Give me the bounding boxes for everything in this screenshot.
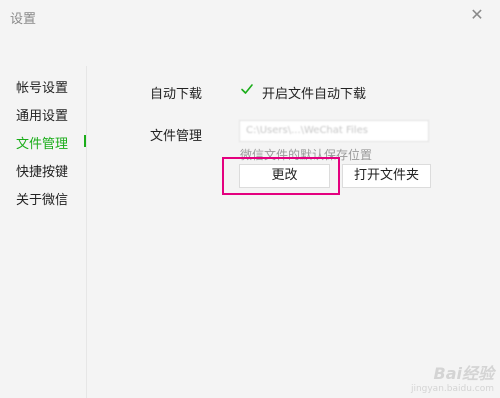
auto-download-checkbox-label[interactable]: 开启文件自动下载 (262, 83, 366, 102)
watermark: Bai经验 jingyan.baidu.com (411, 360, 494, 394)
watermark-logo: Bai经验 (433, 364, 494, 383)
sidebar-item-account[interactable]: 帐号设置 (16, 77, 68, 96)
watermark-url: jingyan.baidu.com (410, 384, 494, 394)
window-title: 设置 (10, 12, 37, 27)
sidebar: 帐号设置 通用设置 文件管理 快捷按键 关于微信 (0, 66, 87, 398)
open-folder-button[interactable]: 打开文件夹 (342, 164, 431, 188)
active-indicator (84, 135, 86, 147)
sidebar-item-general[interactable]: 通用设置 (16, 105, 68, 124)
sidebar-item-file-management[interactable]: 文件管理 (16, 133, 68, 152)
check-icon[interactable] (240, 82, 254, 96)
auto-download-label: 自动下载 (150, 87, 203, 102)
close-icon[interactable]: ✕ (466, 4, 488, 26)
sidebar-item-about[interactable]: 关于微信 (16, 189, 68, 208)
file-management-label: 文件管理 (150, 129, 203, 144)
settings-window: 设置 ✕ 帐号设置 通用设置 文件管理 快捷按键 关于微信 自动下载 开启文件自… (0, 0, 500, 398)
highlight-box (222, 157, 340, 195)
sidebar-item-shortcuts[interactable]: 快捷按键 (16, 161, 68, 180)
save-path-field: C:\Users\...\WeChat Files (239, 120, 429, 142)
